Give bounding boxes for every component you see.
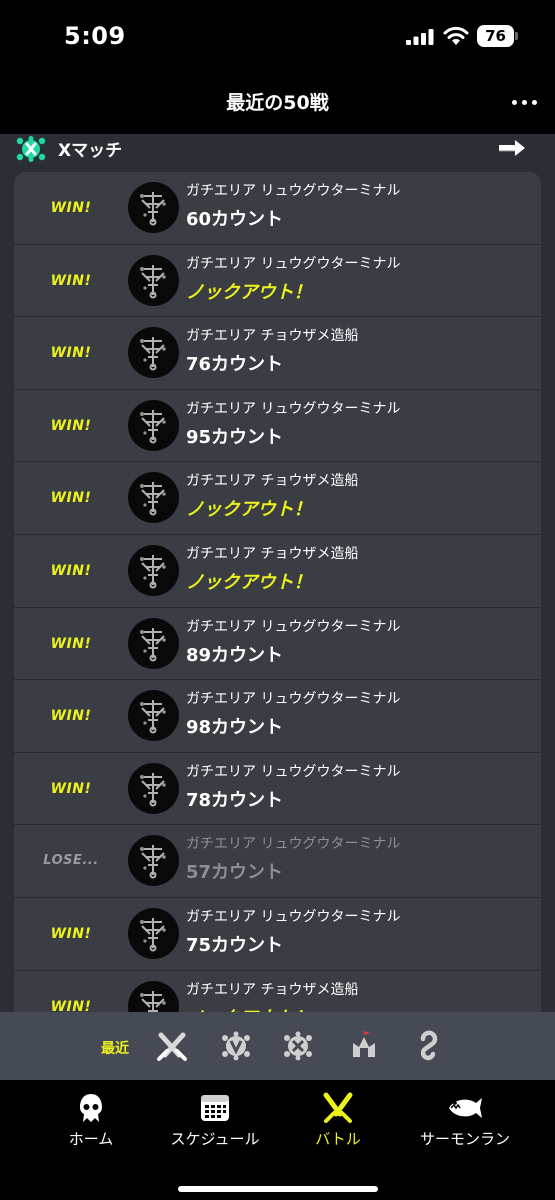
battle-row[interactable]: WIN! ガチエリア リュウグウターミナルノックアウト！ bbox=[14, 245, 541, 318]
tab-label: ホーム bbox=[68, 1130, 114, 1148]
battle-score: 76カウント bbox=[186, 354, 284, 376]
stage-thumbnail bbox=[128, 544, 179, 596]
tab-bar: ホーム スケジュール バトル サーモンラン bbox=[0, 1080, 555, 1200]
status-time: 5:09 bbox=[64, 22, 126, 50]
more-options-button[interactable] bbox=[510, 94, 540, 114]
stage-name: ガチエリア チョウザメ造船 bbox=[186, 981, 359, 998]
stage-name: ガチエリア リュウグウターミナル bbox=[186, 183, 401, 199]
stage-name: ガチエリア リュウグウターミナル bbox=[186, 618, 401, 635]
stage-name: ガチエリア リュウグウターミナル bbox=[186, 691, 401, 708]
battle-score: ノックアウト！ bbox=[186, 281, 312, 303]
stage-name: ガチエリア チョウザメ造船 bbox=[186, 328, 359, 345]
battle-row[interactable]: WIN! ガチエリア リュウグウターミナル 60カウント bbox=[14, 172, 541, 245]
stage-name: ガチエリア チョウザメ造船 bbox=[186, 473, 359, 490]
battery-level: 76 bbox=[477, 25, 514, 47]
battle-score: ノックアウト！ bbox=[186, 499, 312, 521]
x-battle-icon[interactable] bbox=[281, 1029, 315, 1063]
battle-score: 98カウント bbox=[186, 717, 284, 739]
tab-label: バトル bbox=[315, 1130, 361, 1148]
status-bar: 5:09 76 bbox=[0, 0, 555, 76]
battle-result: WIN! bbox=[50, 272, 92, 289]
battle-result: LOSE... bbox=[43, 853, 99, 869]
stage-thumbnail bbox=[128, 327, 179, 379]
stage-thumbnail bbox=[128, 980, 179, 1012]
section-title: Xマッチ bbox=[58, 141, 123, 161]
stage-thumbnail bbox=[128, 762, 179, 814]
home-indicator[interactable] bbox=[178, 1186, 378, 1192]
page-title: 最近の50戦 bbox=[226, 92, 329, 114]
battle-result: WIN! bbox=[50, 490, 92, 507]
battle-score: 78カウント bbox=[186, 789, 284, 811]
stage-thumbnail bbox=[128, 907, 179, 959]
stage-thumbnail bbox=[128, 617, 179, 669]
stage-name: ガチエリア リュウグウターミナル bbox=[186, 836, 401, 853]
stage-thumbnail bbox=[128, 399, 179, 451]
tab-salmon-run[interactable]: サーモンラン bbox=[413, 1092, 517, 1152]
battle-row[interactable]: WIN! ガチエリア チョウザメ造船 76カウント bbox=[14, 317, 541, 390]
battle-result: WIN! bbox=[50, 635, 92, 652]
battle-row[interactable]: LOSE... ガチエリア リュウグウターミナル 57カウント bbox=[14, 825, 541, 898]
dot-icon bbox=[512, 100, 517, 105]
battle-score: 57カウント bbox=[186, 862, 284, 884]
stage-thumbnail bbox=[128, 182, 179, 233]
tab-label: スケジュール bbox=[170, 1130, 260, 1148]
battle-score: 95カウント bbox=[186, 426, 284, 448]
battle-result: WIN! bbox=[50, 345, 92, 362]
battle-row[interactable]: WIN! ガチエリア チョウザメ造船ノックアウト！ bbox=[14, 462, 541, 535]
battle-result: WIN! bbox=[50, 562, 92, 579]
tab-battle[interactable]: バトル bbox=[303, 1092, 373, 1152]
battle-score: 60カウント bbox=[186, 209, 284, 230]
battle-row[interactable]: WIN! ガチエリア リュウグウターミナル 98カウント bbox=[14, 680, 541, 753]
battle-score: 89カウント bbox=[186, 644, 284, 666]
stage-thumbnail bbox=[128, 254, 179, 306]
dot-icon bbox=[522, 100, 527, 105]
stage-name: ガチエリア リュウグウターミナル bbox=[186, 908, 401, 925]
battle-result: WIN! bbox=[50, 708, 92, 725]
squid-home-icon bbox=[80, 1094, 102, 1122]
section-header-xmatch[interactable]: Xマッチ bbox=[0, 134, 555, 164]
battle-list[interactable]: WIN! ガチエリア リュウグウターミナル 60カウント WIN! ガチエリア リュウグ… bbox=[14, 172, 541, 1012]
tab-schedule[interactable]: スケジュール bbox=[165, 1092, 265, 1152]
app-header: 最近の50戦 bbox=[0, 76, 555, 134]
x-match-icon bbox=[16, 136, 46, 162]
stage-thumbnail bbox=[128, 472, 179, 524]
battle-result: WIN! bbox=[50, 200, 92, 216]
calendar-icon bbox=[201, 1095, 229, 1121]
salmon-icon bbox=[449, 1098, 482, 1118]
tab-label: サーモンラン bbox=[419, 1130, 510, 1148]
battle-row[interactable]: WIN! ガチエリア リュウグウターミナル 95カウント bbox=[14, 390, 541, 463]
stage-thumbnail bbox=[128, 690, 179, 742]
battle-result: WIN! bbox=[50, 998, 92, 1012]
battle-score: ノックアウト！ bbox=[186, 571, 312, 593]
bankara-battle-icon[interactable] bbox=[219, 1029, 253, 1063]
event-battle-icon[interactable] bbox=[347, 1029, 381, 1063]
stage-thumbnail bbox=[128, 835, 179, 887]
battle-row[interactable]: WIN! ガチエリア リュウグウターミナル 75カウント bbox=[14, 898, 541, 971]
battle-row[interactable]: WIN! ガチエリア チョウザメ造船ノックアウト！ bbox=[14, 535, 541, 608]
battle-history-content[interactable]: Xマッチ WIN! ガチエリア リュウグウターミナル 60カウント WIN! ガチエリア… bbox=[0, 134, 555, 1012]
battle-result: WIN! bbox=[50, 925, 92, 942]
battle-row[interactable]: WIN! ガチエリア リュウグウターミナル 89カウント bbox=[14, 608, 541, 681]
dot-icon bbox=[532, 100, 537, 105]
filter-recent-tab[interactable]: 最近 bbox=[101, 1038, 129, 1058]
stage-name: ガチエリア リュウグウターミナル bbox=[186, 763, 401, 780]
battle-score: ノックアウト！ bbox=[186, 1004, 312, 1012]
battle-row[interactable]: WIN! ガチエリア チョウザメ造船ノックアウト！ bbox=[14, 971, 541, 1012]
battle-result: WIN! bbox=[50, 417, 92, 434]
cellular-signal-icon bbox=[406, 29, 434, 45]
stage-name: ガチエリア リュウグウターミナル bbox=[186, 400, 401, 417]
battle-row[interactable]: WIN! ガチエリア リュウグウターミナル 78カウント bbox=[14, 753, 541, 826]
wifi-icon bbox=[443, 26, 469, 45]
arrow-right-icon[interactable] bbox=[497, 138, 527, 158]
stage-name: ガチエリア リュウグウターミナル bbox=[186, 255, 401, 272]
regular-battle-icon[interactable] bbox=[155, 1029, 189, 1063]
battle-score: 75カウント bbox=[186, 934, 284, 956]
battle-result: WIN! bbox=[50, 780, 92, 797]
battle-mode-filter-bar: 最近 bbox=[0, 1012, 555, 1080]
private-battle-icon[interactable] bbox=[411, 1029, 445, 1063]
battle-icon bbox=[323, 1092, 353, 1123]
tab-home[interactable]: ホーム bbox=[56, 1092, 126, 1152]
battery-indicator: 76 bbox=[477, 25, 519, 47]
stage-name: ガチエリア チョウザメ造船 bbox=[186, 545, 359, 562]
